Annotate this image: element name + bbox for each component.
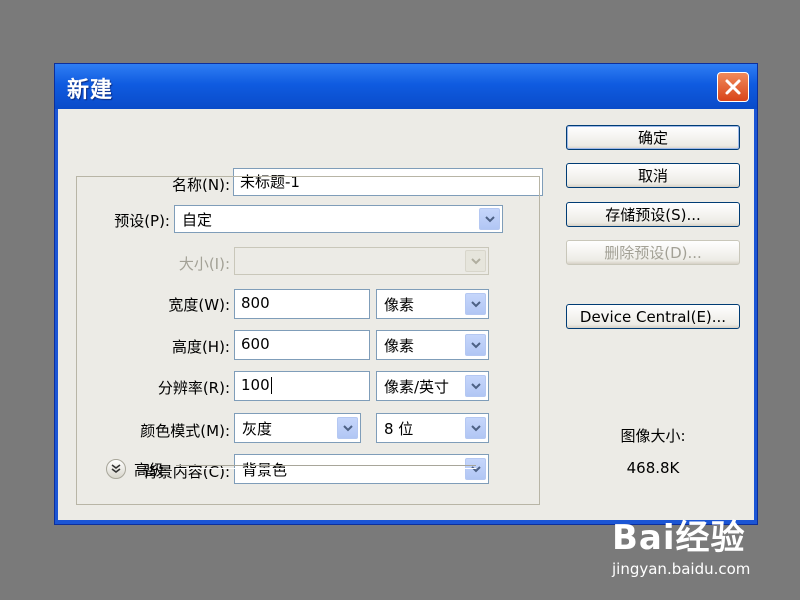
width-label: 宽度(W): [168,296,230,314]
title-bar[interactable]: 新建 [55,64,757,109]
height-label: 高度(H): [171,338,230,356]
text-cursor [270,377,272,394]
dialog-body: 名称(N): 未标题-1 预设(P): 自定 大小(I): 宽度(W): 800… [58,109,754,520]
bit-depth-select[interactable]: 8 位 [376,413,489,443]
resolution-value: 100 [241,376,270,394]
size-select[interactable] [234,247,489,275]
color-mode-value: 灰度 [242,420,273,438]
background-value: 背景色 [242,461,288,479]
chevron-down-icon[interactable] [337,417,358,439]
image-size-label: 图像大小: [620,427,686,445]
preset-value: 自定 [182,211,213,229]
resolution-unit-value: 像素/英寸 [384,378,450,396]
close-button[interactable] [717,72,749,102]
chevron-down-icon[interactable] [465,417,486,439]
preset-select[interactable]: 自定 [174,205,503,233]
color-mode-label: 颜色模式(M): [140,422,230,440]
height-unit-value: 像素 [384,337,415,355]
cancel-button[interactable]: 取消 [566,163,740,188]
delete-preset-button[interactable]: 删除预设(D)... [566,240,740,265]
new-document-dialog: 新建 名称(N): 未标题-1 预设(P): 自定 大小(I): 宽度(W): … [54,63,758,525]
device-central-button[interactable]: Device Central(E)... [566,304,740,329]
background-select[interactable]: 背景色 [234,454,489,484]
advanced-expander[interactable] [106,459,126,479]
resolution-input[interactable]: 100 [234,371,370,401]
chevron-down-icon[interactable] [465,334,486,356]
image-size-value: 468.8K [626,459,680,477]
bit-depth-value: 8 位 [384,420,414,438]
color-mode-select[interactable]: 灰度 [234,413,361,443]
advanced-divider [176,465,476,469]
advanced-label: 高级 [134,461,165,479]
chevron-down-icon[interactable] [465,458,486,480]
chevron-down-icon[interactable] [465,293,486,315]
save-preset-button[interactable]: 存储预设(S)... [566,202,740,227]
baidu-jingyan-watermark: Bai经验 jingyan.baidu.com [612,510,750,578]
watermark-logo: Bai经验 [612,518,746,558]
height-unit-select[interactable]: 像素 [376,330,489,360]
ok-button[interactable]: 确定 [566,125,740,150]
preset-label: 预设(P): [98,210,172,231]
width-unit-value: 像素 [384,296,415,314]
width-input[interactable]: 800 [234,289,370,319]
chevron-down-icon[interactable] [479,208,500,230]
size-label: 大小(I): [178,255,230,273]
watermark-url: jingyan.baidu.com [612,560,751,578]
close-icon [725,79,741,95]
chevron-down-icon [465,250,486,272]
width-unit-select[interactable]: 像素 [376,289,489,319]
double-chevron-down-icon [111,464,121,473]
height-input[interactable]: 600 [234,330,370,360]
resolution-label: 分辨率(R): [157,379,230,397]
dialog-title: 新建 [67,78,114,103]
chevron-down-icon[interactable] [465,375,486,397]
resolution-unit-select[interactable]: 像素/英寸 [376,371,489,401]
